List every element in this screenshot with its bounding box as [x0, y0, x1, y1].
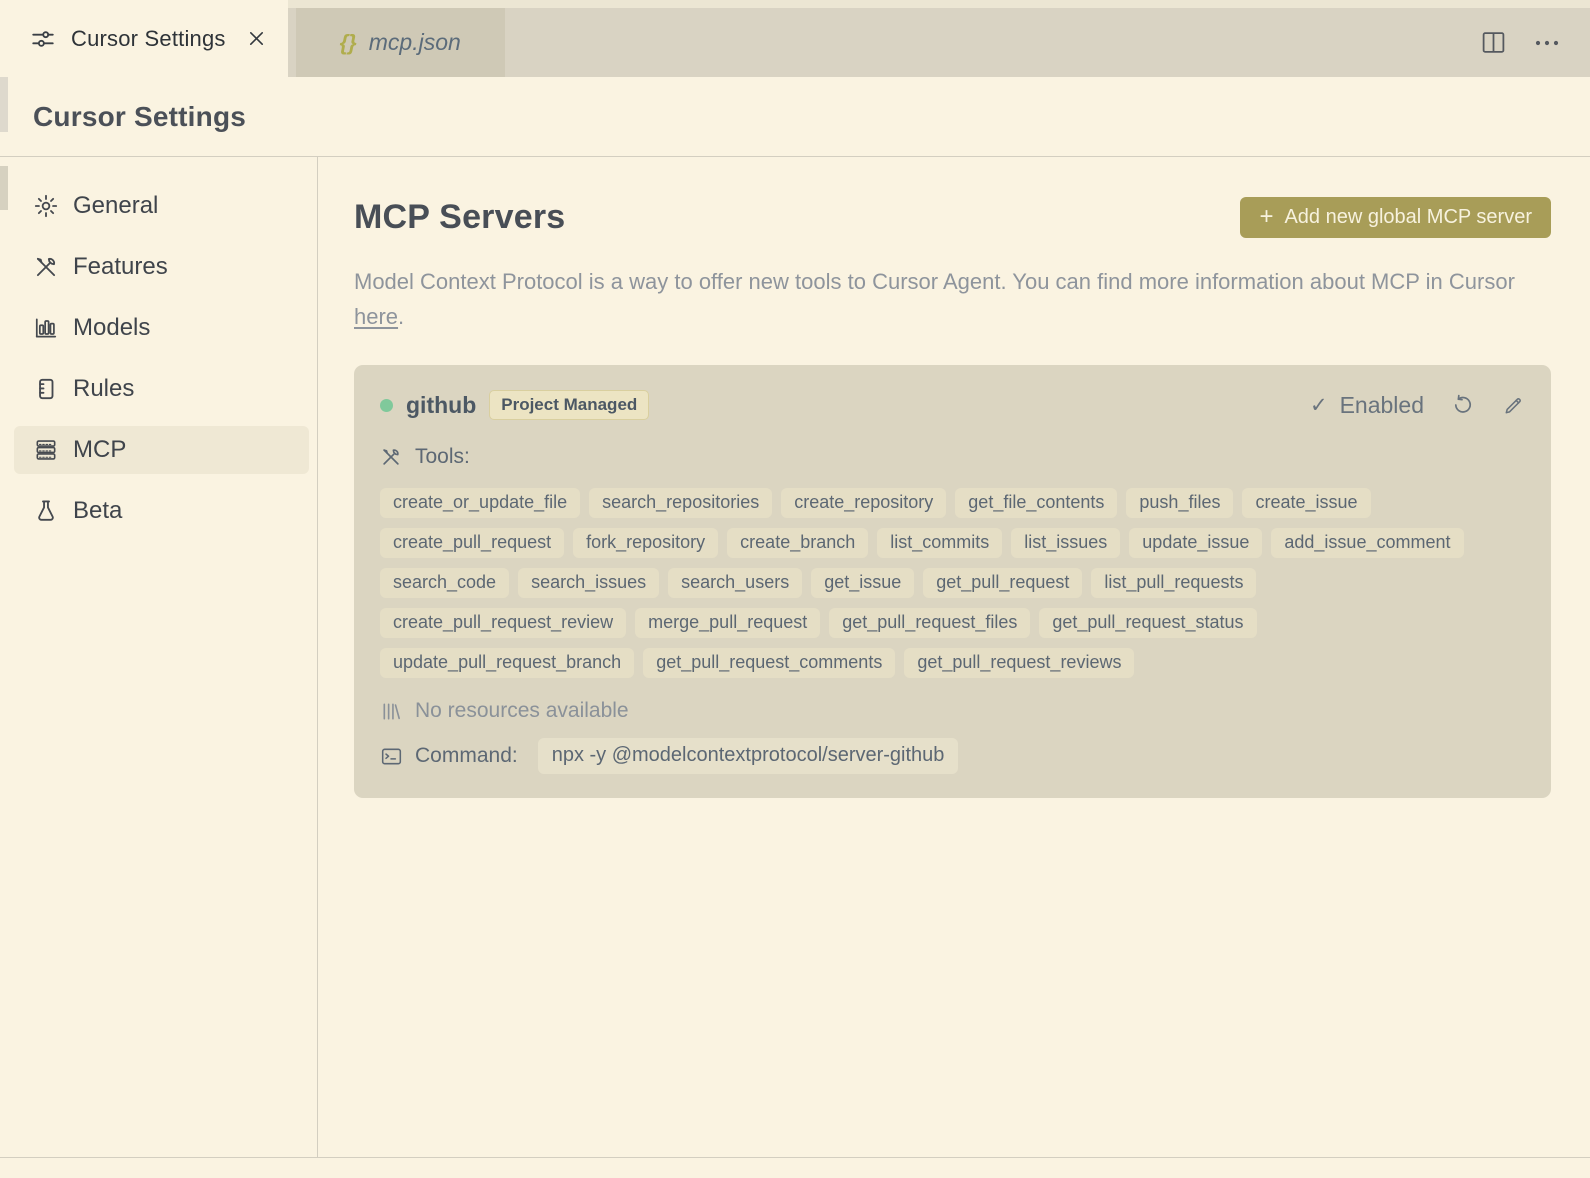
edge-strip: [0, 76, 8, 132]
tool-tag: fork_repository: [573, 528, 719, 558]
flask-icon: [33, 498, 59, 524]
tool-tag: search_users: [668, 568, 803, 598]
settings-sidebar: General Features Models Rules MCP Beta: [0, 157, 318, 1157]
sidebar-item-beta[interactable]: Beta: [14, 487, 309, 535]
tool-tag: list_issues: [1011, 528, 1121, 558]
sidebar-item-mcp[interactable]: MCP: [14, 426, 309, 474]
tool-tag: create_issue: [1242, 488, 1371, 518]
plus-icon: +: [1259, 202, 1274, 230]
edit-pencil-icon[interactable]: [1502, 394, 1525, 417]
tool-tag: search_code: [380, 568, 510, 598]
close-icon[interactable]: [247, 29, 266, 48]
command-label: Command:: [415, 744, 518, 767]
section-description: Model Context Protocol is a way to offer…: [354, 269, 1515, 329]
tab-label: Cursor Settings: [71, 25, 226, 51]
bottom-divider: [0, 1157, 1590, 1158]
tool-tag: push_files: [1126, 488, 1234, 518]
resources-text: No resources available: [415, 699, 629, 722]
tab-mcp-json[interactable]: {} mcp.json: [295, 8, 505, 77]
server-name: github: [406, 391, 477, 418]
tools-icon: [380, 446, 402, 468]
terminal-icon: [380, 745, 403, 768]
sidebar-item-label: Models: [73, 314, 151, 341]
tool-tag: add_issue_comment: [1271, 528, 1464, 558]
tab-cursor-settings[interactable]: Cursor Settings: [0, 0, 288, 77]
settings-title-bar: Cursor Settings: [0, 77, 1590, 157]
tool-tag: search_repositories: [589, 488, 773, 518]
gear-icon: [33, 193, 59, 219]
sidebar-item-label: Rules: [73, 375, 135, 402]
command-value: npx -y @modelcontextprotocol/server-gith…: [537, 738, 959, 774]
split-editor-icon[interactable]: [1481, 31, 1506, 54]
tool-tag: get_pull_request_status: [1039, 608, 1257, 638]
tool-tag: get_file_contents: [955, 488, 1118, 518]
edge-strip: [0, 166, 8, 210]
sidebar-item-rules[interactable]: Rules: [14, 365, 309, 413]
sidebar-item-label: Beta: [73, 497, 123, 524]
refresh-icon[interactable]: [1451, 393, 1475, 417]
tools-label: Tools:: [415, 445, 470, 468]
server-stack-icon: [33, 437, 59, 463]
project-managed-badge: Project Managed: [489, 390, 650, 420]
tab-bar-actions: [1481, 8, 1590, 77]
tool-tag: get_pull_request: [923, 568, 1083, 598]
sidebar-item-features[interactable]: Features: [14, 243, 309, 291]
sliders-icon: [30, 26, 56, 52]
sidebar-item-general[interactable]: General: [14, 182, 309, 230]
bar-chart-icon: [33, 315, 59, 341]
enabled-label: Enabled: [1339, 391, 1424, 418]
tool-tag: merge_pull_request: [635, 608, 821, 638]
tool-tag: update_issue: [1129, 528, 1263, 558]
enabled-toggle[interactable]: ✓ Enabled: [1310, 392, 1424, 419]
json-braces-icon: {}: [339, 29, 357, 55]
sidebar-item-label: MCP: [73, 436, 127, 463]
tool-tags: create_or_update_file search_repositories…: [380, 488, 1525, 678]
tab-label: mcp.json: [368, 29, 461, 55]
tools-icon: [33, 254, 59, 280]
tool-tag: create_or_update_file: [380, 488, 581, 518]
tool-tag: get_pull_request_files: [829, 608, 1031, 638]
tool-tag: list_commits: [877, 528, 1003, 558]
add-button-label: Add new global MCP server: [1284, 206, 1532, 228]
mcp-server-card: github Project Managed ✓ Enabled Tools: …: [354, 365, 1551, 798]
more-actions-icon[interactable]: [1534, 39, 1560, 47]
sidebar-item-label: Features: [73, 253, 168, 280]
tool-tag: create_branch: [727, 528, 869, 558]
tool-tag: get_pull_request_reviews: [904, 648, 1135, 678]
tool-tag: search_issues: [518, 568, 660, 598]
tool-tag: list_pull_requests: [1091, 568, 1257, 598]
tool-tag: update_pull_request_branch: [380, 648, 635, 678]
tool-tag: get_pull_request_comments: [643, 648, 896, 678]
section-title: MCP Servers: [354, 198, 566, 236]
tool-tag: create_pull_request: [380, 528, 565, 558]
editor-tab-bar: Cursor Settings {} mcp.json: [0, 0, 1590, 77]
mcp-settings-panel: MCP Servers + Add new global MCP server …: [318, 157, 1590, 1157]
rules-doc-icon: [33, 376, 59, 402]
page-title: Cursor Settings: [33, 100, 247, 132]
add-global-mcp-server-button[interactable]: + Add new global MCP server: [1240, 197, 1551, 238]
check-icon: ✓: [1309, 393, 1328, 417]
tool-tag: get_issue: [811, 568, 915, 598]
resources-books-icon: [380, 700, 403, 723]
tool-tag: create_repository: [781, 488, 947, 518]
sidebar-item-label: General: [73, 192, 159, 219]
sidebar-item-models[interactable]: Models: [14, 304, 309, 352]
tool-tag: create_pull_request_review: [380, 608, 627, 638]
here-link[interactable]: here: [354, 304, 398, 329]
status-dot: [380, 398, 393, 412]
